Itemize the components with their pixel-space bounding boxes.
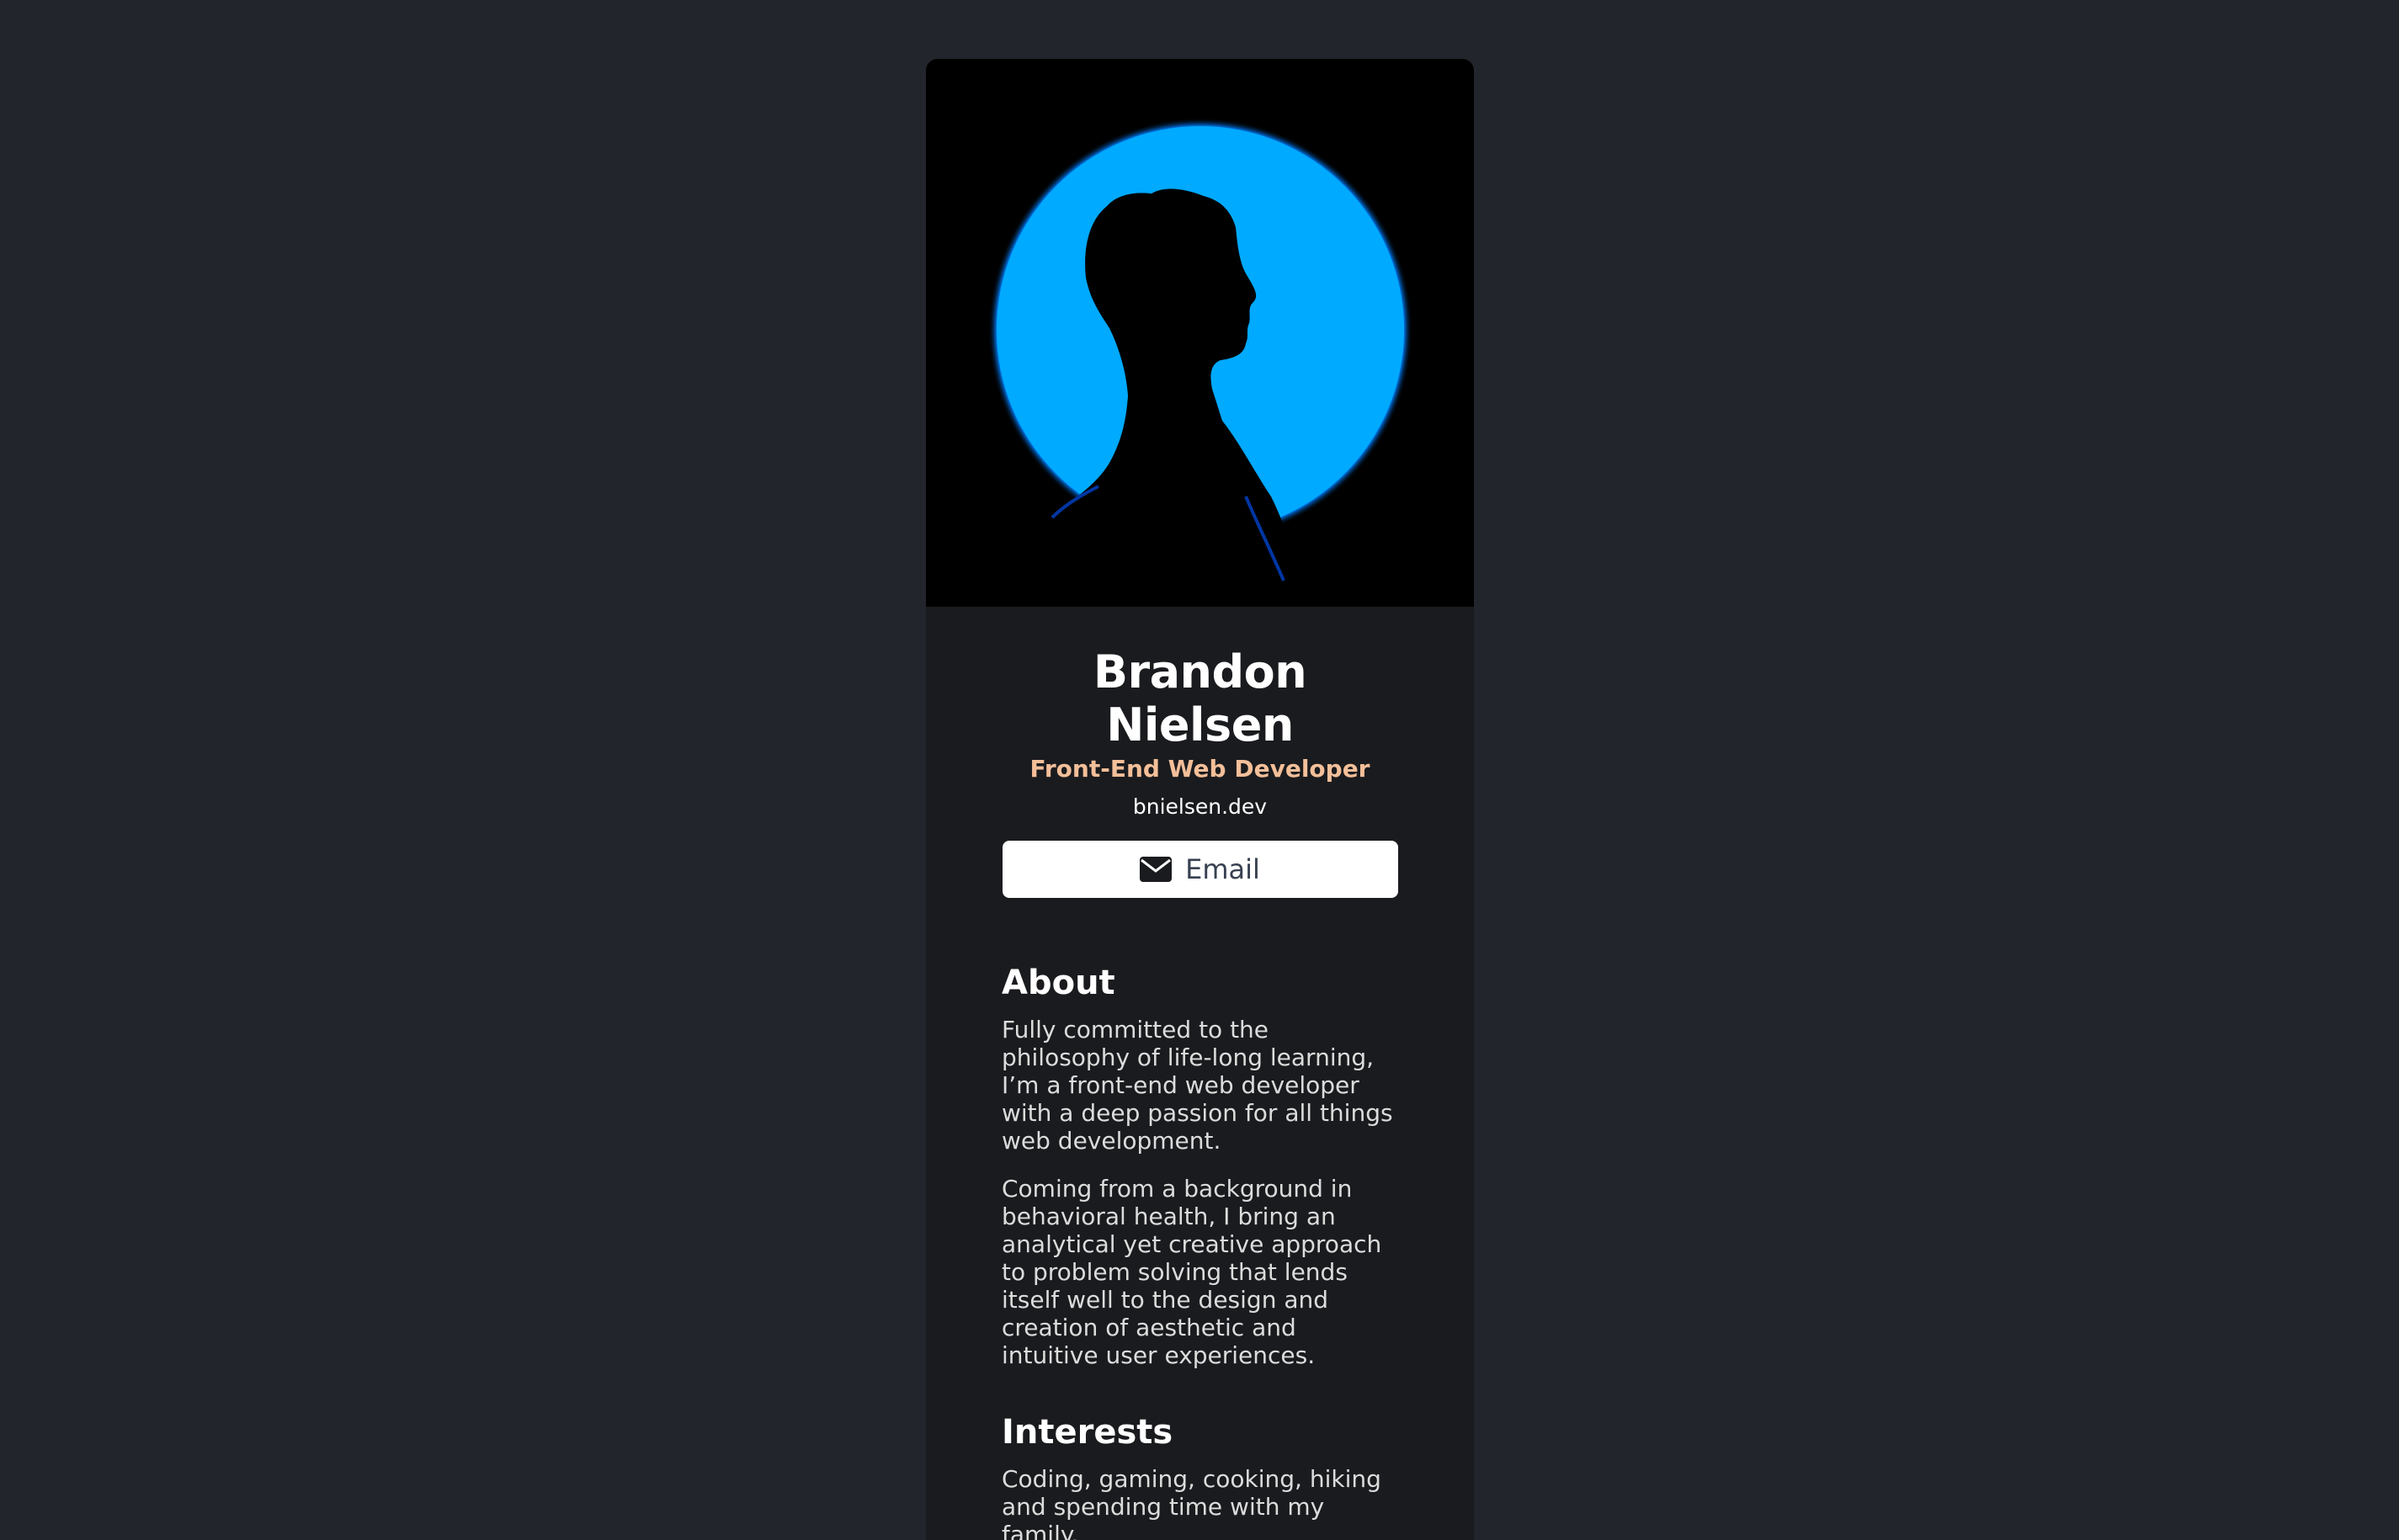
profile-title: Front-End Web Developer [1029, 755, 1370, 783]
interests-heading: Interests [1002, 1413, 1173, 1452]
envelope-icon [1140, 857, 1173, 882]
profile-silhouette-photo [926, 59, 1474, 607]
email-button[interactable]: Email [1002, 841, 1398, 898]
about-paragraph: Fully committed to the philosophy of lif… [1002, 1016, 1393, 1155]
profile-card: Brandon Nielsen Front-End Web Developer … [926, 59, 1474, 1540]
about-paragraph: Coming from a background in behavioral h… [1002, 1175, 1382, 1369]
interests-text: Coding, gaming, cooking, hiking and spen… [1002, 1465, 1381, 1540]
profile-body: Brandon Nielsen Front-End Web Developer … [926, 645, 1474, 1540]
profile-website[interactable]: bnielsen.dev [1002, 794, 1398, 819]
profile-photo [926, 59, 1474, 607]
profile-name: Brandon Nielsen [1093, 645, 1307, 751]
about-heading: About [1002, 964, 1115, 1002]
email-button-label: Email [1185, 853, 1260, 885]
